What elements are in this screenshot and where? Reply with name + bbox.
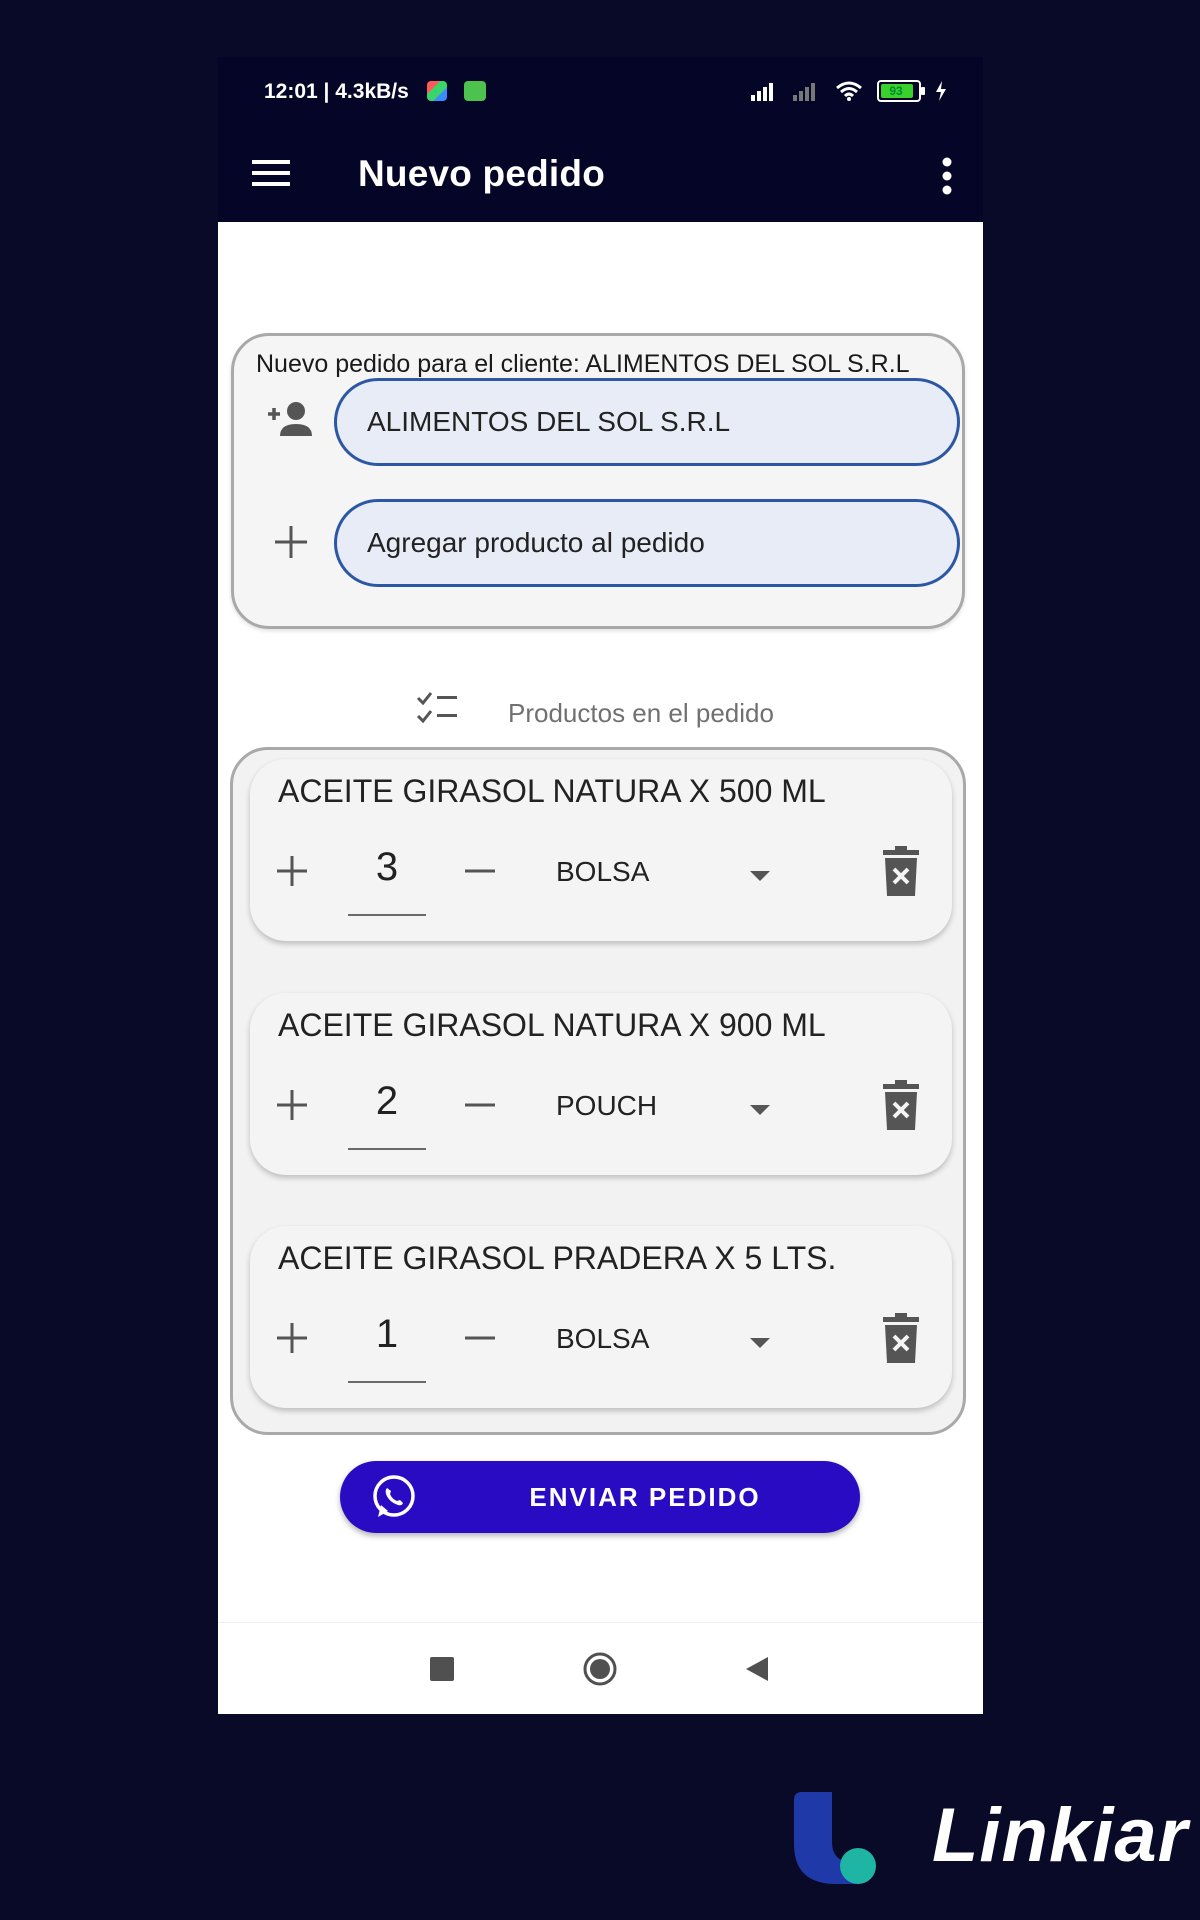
- unit-dropdown[interactable]: BOLSA: [556, 856, 649, 888]
- delete-product-button[interactable]: [881, 1080, 921, 1132]
- customer-row: [234, 376, 962, 468]
- customer-card: Nuevo pedido para el cliente: ALIMENTOS …: [231, 333, 965, 629]
- unit-dropdown[interactable]: BOLSA: [556, 1323, 649, 1355]
- decrease-quantity-button[interactable]: [462, 1087, 498, 1123]
- product-card: ACEITE GIRASOL NATURA X 500 ML 3 BOLSA: [250, 759, 952, 941]
- delete-product-button[interactable]: [881, 846, 921, 898]
- signal-icon: [751, 83, 773, 101]
- linkiar-logo-icon: [794, 1792, 876, 1884]
- product-card: ACEITE GIRASOL NATURA X 900 ML 2 POUCH: [250, 993, 952, 1175]
- battery-level: 93: [889, 84, 903, 98]
- battery-icon: 93: [877, 80, 925, 102]
- unit-dropdown[interactable]: POUCH: [556, 1090, 657, 1122]
- decrease-quantity-button[interactable]: [462, 1320, 498, 1356]
- product-name: ACEITE GIRASOL PRADERA X 5 LTS.: [278, 1240, 837, 1276]
- decrease-quantity-button[interactable]: [462, 853, 498, 889]
- wifi-icon: [836, 81, 862, 101]
- send-order-label: ENVIAR PEDIDO: [529, 1482, 761, 1512]
- quantity-underline: [348, 1148, 426, 1150]
- quantity-underline: [348, 1381, 426, 1383]
- quantity-underline: [348, 914, 426, 916]
- signal-off-icon: [793, 83, 815, 101]
- more-vert-icon[interactable]: [941, 156, 953, 196]
- checklist-icon: [416, 692, 457, 724]
- home-icon[interactable]: [582, 1651, 618, 1687]
- quantity-value[interactable]: 2: [348, 1079, 426, 1124]
- add-product-input[interactable]: [334, 499, 960, 587]
- charging-icon: [936, 81, 946, 101]
- add-product-row: [234, 497, 962, 589]
- back-icon[interactable]: [744, 1655, 770, 1683]
- dropdown-caret-icon[interactable]: [748, 1336, 772, 1350]
- customer-input[interactable]: [334, 378, 960, 466]
- products-section-header: Productos en el pedido: [218, 688, 983, 738]
- notification-app-icon: [427, 81, 447, 101]
- increase-quantity-button[interactable]: [274, 1320, 310, 1356]
- system-nav-bar: [218, 1622, 983, 1714]
- product-card: ACEITE GIRASOL PRADERA X 5 LTS. 1 BOLSA: [250, 1226, 952, 1408]
- plus-icon: [275, 526, 307, 558]
- delete-product-button[interactable]: [881, 1313, 921, 1365]
- dropdown-caret-icon[interactable]: [748, 869, 772, 883]
- product-name: ACEITE GIRASOL NATURA X 500 ML: [278, 773, 826, 809]
- customer-caption: Nuevo pedido para el cliente: ALIMENTOS …: [256, 350, 910, 378]
- send-order-button[interactable]: ENVIAR PEDIDO: [340, 1461, 860, 1533]
- page-title: Nuevo pedido: [358, 153, 606, 194]
- dropdown-caret-icon[interactable]: [748, 1103, 772, 1117]
- quantity-value[interactable]: 3: [348, 845, 426, 890]
- menu-icon[interactable]: [252, 154, 292, 194]
- status-time: 12:01 | 4.3kB/s: [264, 80, 409, 103]
- status-bar: 12:01 | 4.3kB/s 93: [218, 57, 983, 126]
- linkiar-logo-text: Linkiar: [932, 1793, 1189, 1878]
- app-bar: Nuevo pedido: [218, 126, 983, 222]
- person-add-icon: [268, 402, 312, 436]
- recents-icon[interactable]: [430, 1657, 454, 1681]
- increase-quantity-button[interactable]: [274, 1087, 310, 1123]
- phone-screen: 12:01 | 4.3kB/s 93 Nuevo pedido Nuevo pe…: [218, 57, 983, 1714]
- quantity-value[interactable]: 1: [348, 1312, 426, 1357]
- product-name: ACEITE GIRASOL NATURA X 900 ML: [278, 1007, 826, 1043]
- whatsapp-icon: [373, 1475, 415, 1517]
- increase-quantity-button[interactable]: [274, 853, 310, 889]
- products-section-title: Productos en el pedido: [508, 698, 774, 728]
- notification-android-icon: [464, 81, 486, 101]
- status-icons: 93: [751, 79, 947, 103]
- products-list: ACEITE GIRASOL NATURA X 500 ML 3 BOLSA A…: [230, 747, 966, 1435]
